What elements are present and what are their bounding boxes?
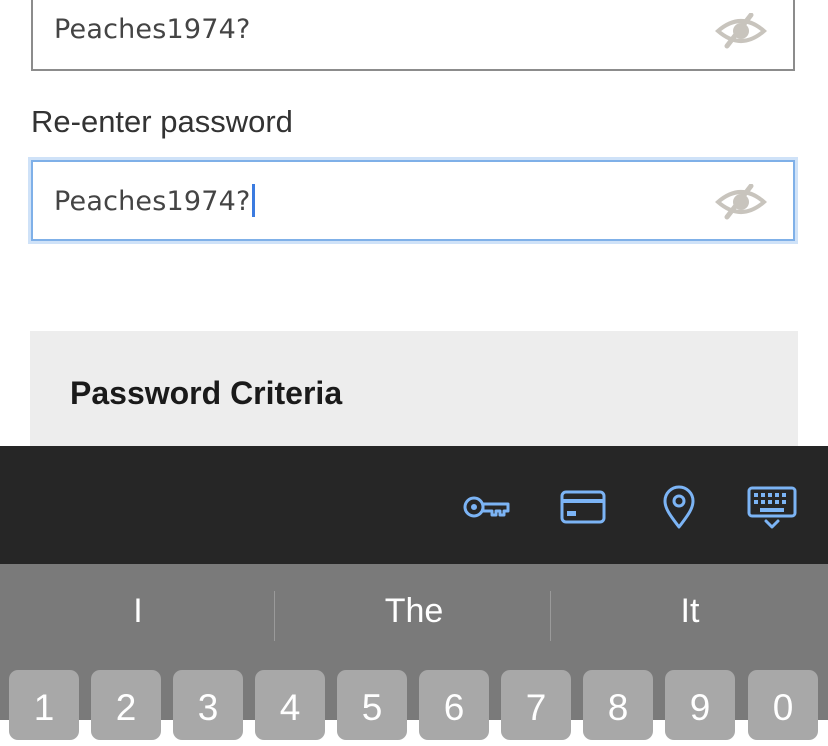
key-icon[interactable] xyxy=(461,484,513,530)
keyboard-icon[interactable] xyxy=(746,484,798,530)
location-pin-icon[interactable] xyxy=(653,484,705,530)
key-6[interactable]: 6 xyxy=(419,670,489,740)
eye-slash-icon[interactable] xyxy=(715,13,767,49)
eye-slash-icon[interactable] xyxy=(715,184,767,220)
password-criteria-title: Password Criteria xyxy=(70,375,343,411)
key-3[interactable]: 3 xyxy=(173,670,243,740)
reenter-password-label: Re-enter password xyxy=(31,104,293,139)
key-8[interactable]: 8 xyxy=(583,670,653,740)
keyboard-accessory-bar xyxy=(0,446,828,564)
password-field[interactable]: Peaches1974? xyxy=(31,0,795,71)
suggestion-2[interactable]: The xyxy=(276,592,552,631)
key-5[interactable]: 5 xyxy=(337,670,407,740)
password-value: Peaches1974? xyxy=(54,14,251,45)
suggestion-3[interactable]: It xyxy=(552,592,828,631)
key-4[interactable]: 4 xyxy=(255,670,325,740)
key-2[interactable]: 2 xyxy=(91,670,161,740)
suggestion-1[interactable]: I xyxy=(0,592,276,631)
key-7[interactable]: 7 xyxy=(501,670,571,740)
reenter-password-field[interactable]: Peaches1974? xyxy=(31,160,795,241)
keyboard: I The It 1 2 3 4 5 6 7 8 9 0 xyxy=(0,564,828,740)
key-1[interactable]: 1 xyxy=(9,670,79,740)
suggestion-divider xyxy=(550,591,551,641)
suggestion-divider xyxy=(274,591,275,641)
key-9[interactable]: 9 xyxy=(665,670,735,740)
password-criteria-panel: Password Criteria xyxy=(30,331,798,461)
reenter-password-value: Peaches1974? xyxy=(54,184,255,217)
key-0[interactable]: 0 xyxy=(748,670,818,740)
text-caret xyxy=(251,184,255,217)
credit-card-icon[interactable] xyxy=(557,484,609,530)
